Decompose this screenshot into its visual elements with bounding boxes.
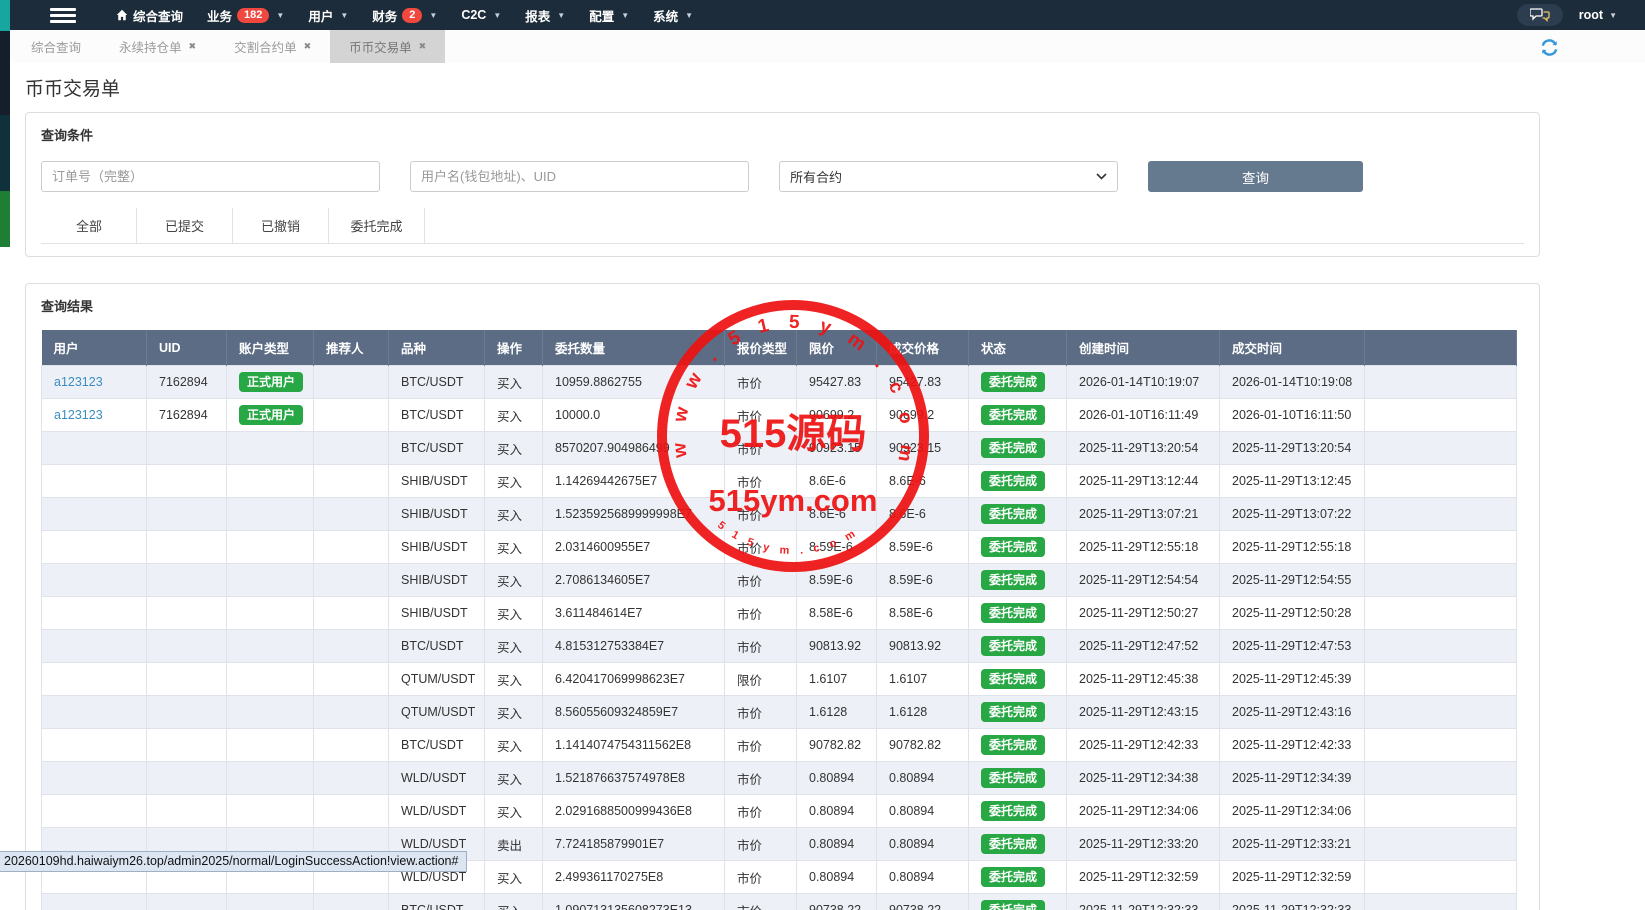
status-badge: 委托完成	[981, 801, 1045, 821]
chat-icon	[1530, 8, 1550, 22]
query-results-panel: 查询结果 用户 UID 账户类型 推荐人 品种 操作 委托数量 报价类型 限价 …	[25, 283, 1540, 910]
query-conditions-heading: 查询条件	[41, 125, 1524, 144]
chevron-down-icon: ▼	[276, 11, 284, 20]
table-row: a1231237162894正式用户BTC/USDT买入10000.0市价906…	[42, 399, 1517, 432]
finance-count-badge: 2	[402, 8, 422, 23]
orders-table: 用户 UID 账户类型 推荐人 品种 操作 委托数量 报价类型 限价 成交价格 …	[41, 330, 1517, 910]
query-conditions-panel: 查询条件 所有合约 查询 全部 已提交 已撤销 委托完成	[25, 112, 1540, 257]
chevron-down-icon: ▼	[557, 11, 565, 20]
table-header-row: 用户 UID 账户类型 推荐人 品种 操作 委托数量 报价类型 限价 成交价格 …	[42, 330, 1517, 366]
table-row: a1231237162894正式用户BTC/USDT买入10959.886275…	[42, 366, 1517, 399]
user-link[interactable]: a123123	[54, 375, 103, 389]
chevron-down-icon: ▼	[429, 11, 437, 20]
nav-item-users[interactable]: 用户 ▼	[296, 0, 360, 30]
status-badge: 委托完成	[981, 537, 1045, 557]
chevron-down-icon: ▼	[340, 11, 348, 20]
status-badge: 委托完成	[981, 372, 1045, 392]
account-type-badge: 正式用户	[239, 372, 303, 392]
status-bar-url: 20260109hd.haiwaiym26.top/admin2025/norm…	[0, 851, 467, 872]
messages-button[interactable]	[1517, 4, 1563, 26]
table-row: BTC/USDT买入1.090713135608273E13市价90738.22…	[42, 894, 1517, 910]
tab-overview[interactable]: 综合查询	[12, 30, 100, 63]
filter-all[interactable]: 全部	[41, 208, 137, 243]
status-badge: 委托完成	[981, 735, 1045, 755]
close-icon[interactable]: ✖	[419, 41, 427, 52]
contract-select[interactable]: 所有合约	[779, 161, 1118, 192]
home-icon	[116, 9, 128, 21]
nav-item-finance[interactable]: 财务 2 ▼	[360, 0, 449, 30]
account-type-badge: 正式用户	[239, 405, 303, 425]
table-row: SHIB/USDT买入2.0314600955E7市价8.59E-68.59E-…	[42, 531, 1517, 564]
nav-item-system[interactable]: 系统 ▼	[641, 0, 705, 30]
user-menu[interactable]: root ▼	[1579, 8, 1617, 22]
nav-item-overview[interactable]: 综合查询	[104, 0, 195, 30]
query-results-heading: 查询结果	[41, 296, 1524, 315]
chevron-down-icon: ▼	[621, 11, 629, 20]
filter-submitted[interactable]: 已提交	[137, 208, 233, 243]
chevron-down-icon: ▼	[493, 11, 501, 20]
chevron-down-icon: ▼	[1609, 11, 1617, 20]
page-title: 币币交易单	[25, 74, 1645, 101]
table-row: SHIB/USDT买入1.14269442675E7市价8.6E-68.6E-6…	[42, 465, 1517, 498]
status-badge: 委托完成	[981, 504, 1045, 524]
status-badge: 委托完成	[981, 603, 1045, 623]
status-badge: 委托完成	[981, 570, 1045, 590]
tab-spot-orders[interactable]: 币币交易单 ✖	[330, 30, 445, 63]
business-count-badge: 182	[237, 8, 269, 23]
table-row: QTUM/USDT买入8.56055609324859E7市价1.61281.6…	[42, 696, 1517, 729]
refresh-icon	[1540, 38, 1559, 57]
nav-item-business[interactable]: 业务 182 ▼	[195, 0, 296, 30]
close-icon[interactable]: ✖	[304, 41, 312, 52]
nav-item-config[interactable]: 配置 ▼	[577, 0, 641, 30]
tab-perpetual-positions[interactable]: 永续持仓单 ✖	[100, 30, 215, 63]
filter-completed[interactable]: 委托完成	[329, 208, 425, 243]
order-number-input[interactable]	[41, 161, 380, 192]
tab-bar: 综合查询 永续持仓单 ✖ 交割合约单 ✖ 币币交易单 ✖	[0, 30, 1645, 63]
user-link[interactable]: a123123	[54, 408, 103, 422]
status-filter-tabs: 全部 已提交 已撤销 委托完成	[41, 208, 1524, 244]
close-icon[interactable]: ✖	[189, 41, 197, 52]
table-row: BTC/USDT买入1.1414074754311562E8市价90782.82…	[42, 729, 1517, 762]
status-badge: 委托完成	[981, 768, 1045, 788]
desktop-edge-strip	[0, 0, 10, 250]
orders-table-body: a1231237162894正式用户BTC/USDT买入10959.886275…	[42, 366, 1517, 910]
hamburger-menu-icon[interactable]	[50, 5, 76, 26]
filter-cancelled[interactable]: 已撤销	[233, 208, 329, 243]
table-row: SHIB/USDT买入1.5235925689999998E7市价8.6E-68…	[42, 498, 1517, 531]
tab-delivery-contracts[interactable]: 交割合约单 ✖	[215, 30, 330, 63]
status-badge: 委托完成	[981, 669, 1045, 689]
status-badge: 委托完成	[981, 438, 1045, 458]
status-badge: 委托完成	[981, 702, 1045, 722]
status-badge: 委托完成	[981, 471, 1045, 491]
table-row: SHIB/USDT买入3.611484614E7市价8.58E-68.58E-6…	[42, 597, 1517, 630]
refresh-button[interactable]	[1540, 38, 1559, 62]
table-row: WLD/USDT买入1.521876637574978E8市价0.808940.…	[42, 762, 1517, 795]
nav-item-reports[interactable]: 报表 ▼	[513, 0, 577, 30]
nav-item-c2c[interactable]: C2C ▼	[449, 0, 513, 30]
search-button[interactable]: 查询	[1148, 161, 1363, 192]
chevron-down-icon	[1096, 173, 1107, 180]
username-uid-input[interactable]	[410, 161, 749, 192]
table-row: BTC/USDT买入8570207.904986499市价90923.15909…	[42, 432, 1517, 465]
status-badge: 委托完成	[981, 405, 1045, 425]
status-badge: 委托完成	[981, 867, 1045, 887]
top-navbar: 综合查询 业务 182 ▼ 用户 ▼ 财务 2 ▼ C2C ▼ 报表 ▼ 配置 …	[0, 0, 1645, 30]
table-row: WLD/USDT买入2.0291688500999436E8市价0.808940…	[42, 795, 1517, 828]
status-badge: 委托完成	[981, 834, 1045, 854]
table-row: QTUM/USDT买入6.420417069998623E7限价1.61071.…	[42, 663, 1517, 696]
status-badge: 委托完成	[981, 900, 1045, 910]
table-row: BTC/USDT买入4.815312753384E7市价90813.929081…	[42, 630, 1517, 663]
chevron-down-icon: ▼	[685, 11, 693, 20]
table-row: SHIB/USDT买入2.7086134605E7市价8.59E-68.59E-…	[42, 564, 1517, 597]
status-badge: 委托完成	[981, 636, 1045, 656]
